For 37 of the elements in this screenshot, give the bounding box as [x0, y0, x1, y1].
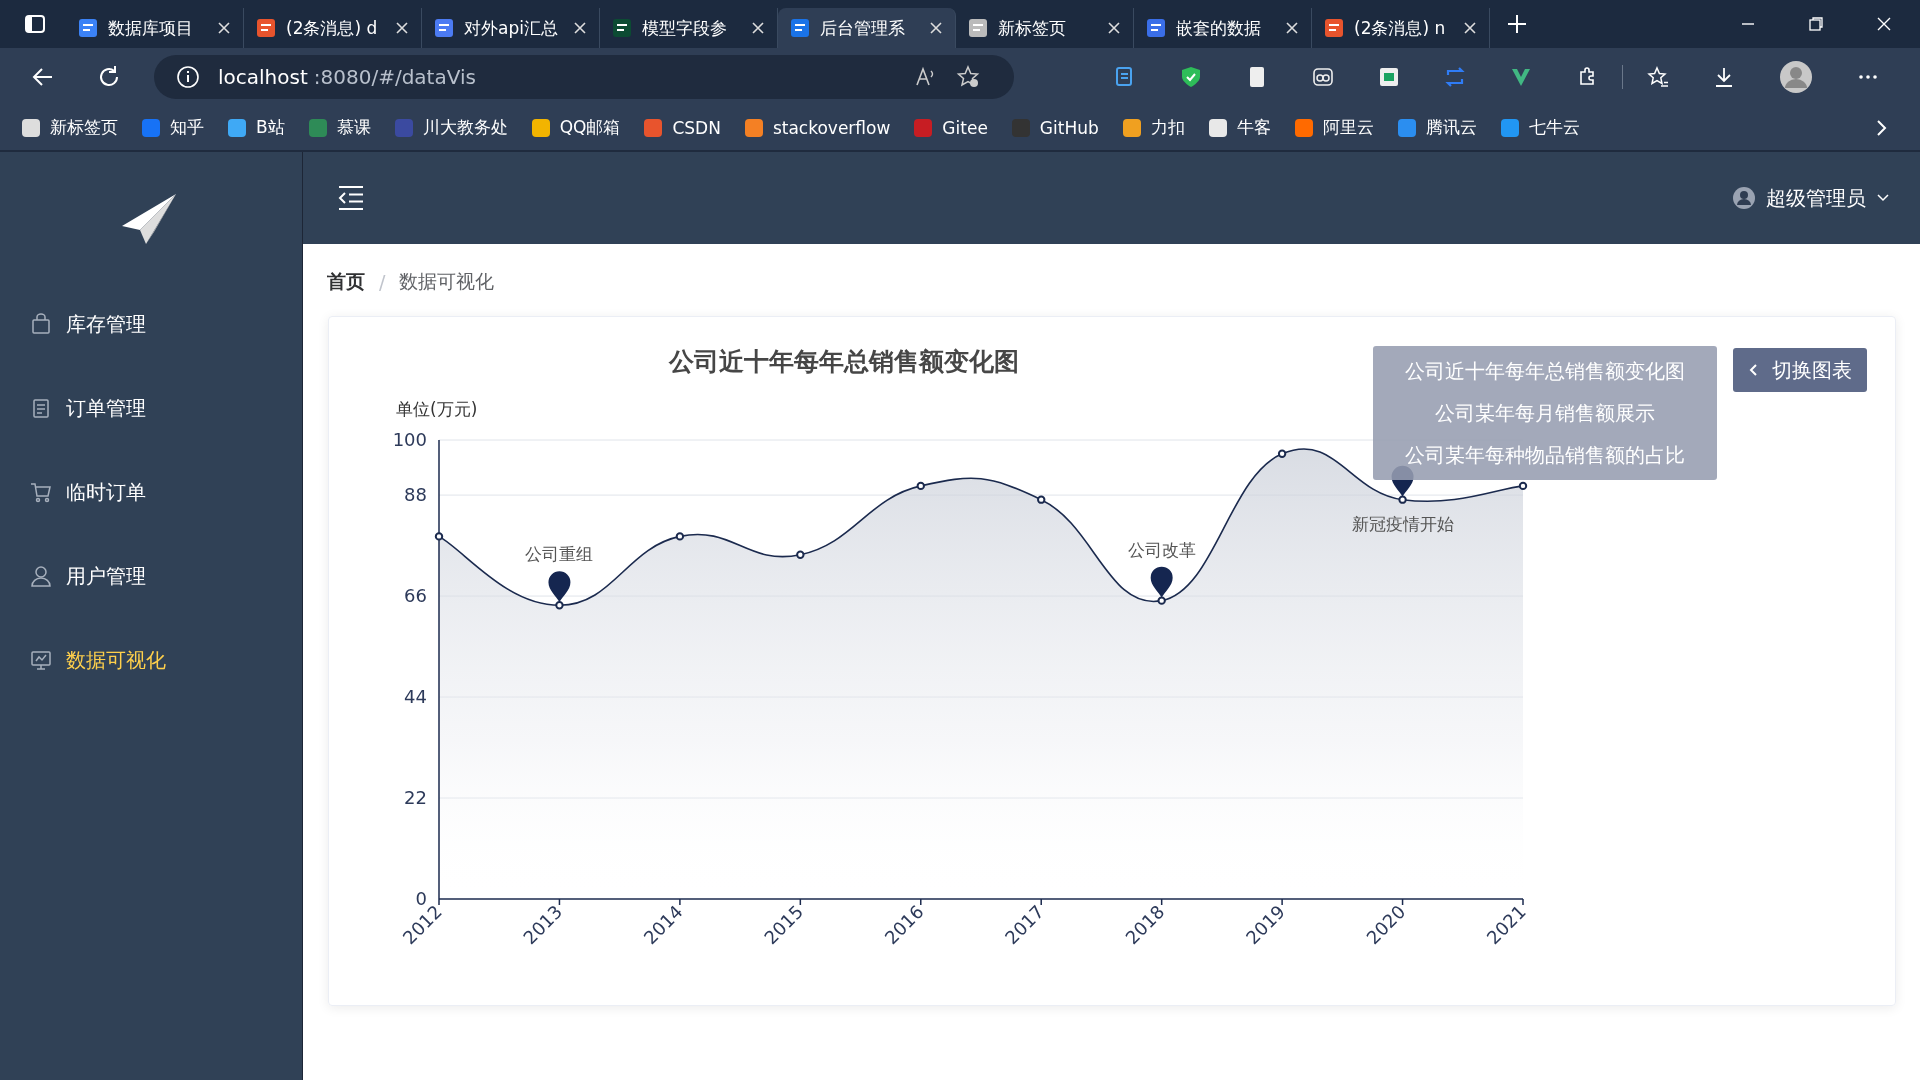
bookmark-label[interactable]: Gitee: [942, 117, 988, 138]
bookmark-label[interactable]: 阿里云: [1322, 116, 1374, 139]
axis-label: 44: [404, 686, 427, 708]
axis-label: 0: [415, 888, 427, 909]
bookmark-label[interactable]: 慕课: [336, 116, 371, 139]
sidebar-item[interactable]: 用户管理: [0, 534, 302, 618]
breadcrumb-separator: /: [379, 271, 386, 293]
axis-label: 66: [404, 585, 427, 607]
bookmark-label[interactable]: 力扣: [1150, 116, 1185, 139]
bookmark-label[interactable]: 川大教务处: [422, 116, 508, 139]
sidebar-item[interactable]: 数据可视化: [0, 618, 302, 702]
user-menu[interactable]: 超级管理员: [1766, 184, 1866, 212]
bookmark-label[interactable]: 新标签页: [50, 116, 118, 139]
axis-unit: 单位(万元): [396, 399, 478, 419]
browser-tab[interactable]: 后台管理系: [778, 8, 956, 48]
bookmark-label[interactable]: 牛客: [1236, 116, 1271, 139]
breadcrumb-link[interactable]: 首页: [327, 269, 365, 295]
bookmark-label[interactable]: B站: [256, 116, 285, 139]
bookmark-label[interactable]: GitHub: [1039, 117, 1099, 138]
address-field[interactable]: localhost :8080/#/dataVis: [154, 54, 1014, 99]
sidebar-item[interactable]: 库存管理: [0, 282, 302, 366]
switch-chart-button[interactable]: 切换图表: [1733, 348, 1867, 392]
annotation-label: 新冠疫情开始: [1351, 513, 1454, 534]
bookmark-label[interactable]: 腾讯云: [1425, 116, 1477, 139]
sidebar-item[interactable]: 临时订单: [0, 450, 302, 534]
axis-label: 22: [404, 787, 427, 808]
bookmark-label[interactable]: stackoverflow: [772, 117, 891, 138]
annotation-label: 公司重组: [525, 544, 594, 565]
axis-label: 100: [392, 429, 427, 450]
bookmark-label[interactable]: 七牛云: [1528, 116, 1580, 139]
axis-label: 88: [404, 484, 427, 506]
annotation-label: 公司改革: [1127, 539, 1196, 560]
sidebar-item[interactable]: 订单管理: [0, 366, 302, 450]
bookmark-label[interactable]: QQ邮箱: [559, 116, 621, 139]
bookmark-label[interactable]: 知乎: [170, 116, 204, 139]
bookmark-label[interactable]: CSDN: [672, 117, 721, 138]
chart-title: 公司近十年每年总销售额变化图: [669, 347, 1019, 376]
